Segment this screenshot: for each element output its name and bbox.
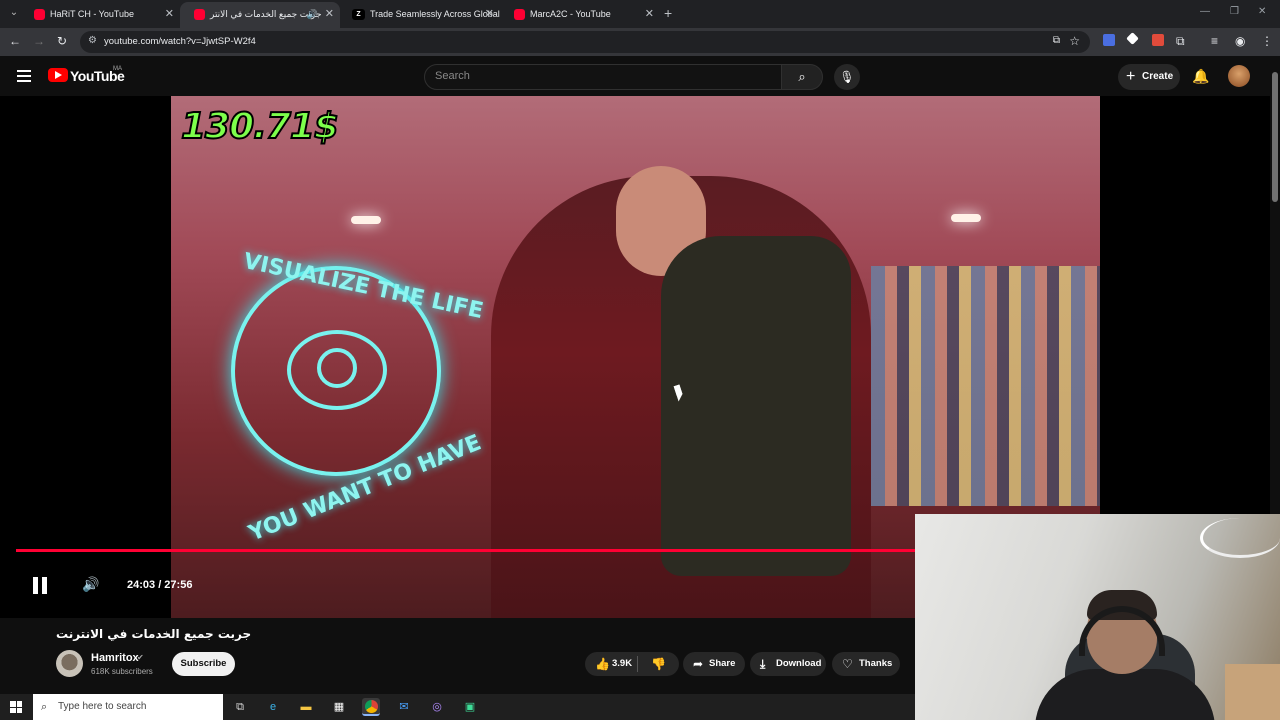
share-icon: ➦: [693, 657, 704, 671]
browser-tab-3[interactable]: Z Trade Seamlessly Across Global ✕: [340, 2, 500, 28]
taskbar-search-placeholder: Type here to search: [58, 701, 147, 712]
tab-title: Trade Seamlessly Across Global: [370, 9, 500, 19]
divider: [637, 656, 638, 672]
webcam-overlay: [915, 514, 1280, 720]
youtube-favicon: [194, 9, 205, 20]
task-view-icon[interactable]: ⧉: [231, 698, 249, 716]
browser-tab-2[interactable]: جربت جميع الخدمات في الانتر 🔊 ✕: [180, 2, 340, 28]
download-button[interactable]: ⤓ Download: [750, 652, 826, 676]
forward-icon[interactable]: →: [33, 34, 45, 48]
tab-title: MarcA2C - YouTube: [530, 9, 611, 19]
address-bar[interactable]: ⚙ youtube.com/watch?v=JjwtSP-W2f4 ⧉ ☆: [80, 31, 1090, 53]
browser-tabstrip: ⌄ HaRiT CH - YouTube ✕ جربت جميع الخدمات…: [0, 0, 1280, 28]
youtube-favicon: [34, 9, 45, 20]
share-button[interactable]: ➦ Share: [683, 652, 745, 676]
scrollbar[interactable]: [1270, 58, 1280, 514]
media-control-icon[interactable]: ≡: [1211, 34, 1218, 48]
country-code: MA: [113, 66, 122, 72]
jacket: [661, 236, 851, 576]
mic-icon[interactable]: 🎙: [834, 64, 860, 90]
channel-name[interactable]: Hamritox: [91, 652, 139, 664]
site-info-icon[interactable]: ⚙: [88, 35, 97, 46]
url-text[interactable]: youtube.com/watch?v=JjwtSP-W2f4: [104, 36, 256, 47]
scrollbar-thumb[interactable]: [1272, 72, 1278, 202]
close-icon[interactable]: ✕: [485, 2, 494, 26]
avatar[interactable]: [1228, 65, 1250, 87]
extension-icon[interactable]: [1152, 34, 1164, 46]
ceiling-light: [951, 214, 981, 222]
chrome-icon[interactable]: [362, 698, 380, 716]
close-icon[interactable]: ✕: [165, 2, 174, 26]
channel-avatar[interactable]: [56, 650, 83, 677]
thanks-label: Thanks: [859, 658, 893, 669]
bell-icon[interactable]: 🔔: [1192, 68, 1209, 85]
ceiling-light: [351, 216, 381, 224]
minimize-icon[interactable]: —: [1200, 6, 1210, 17]
tab-title: HaRiT CH - YouTube: [50, 9, 135, 19]
clothing-rack: [871, 266, 1100, 506]
create-label: Create: [1142, 71, 1174, 82]
back-icon[interactable]: ←: [9, 34, 21, 48]
extension-icon[interactable]: [1126, 32, 1139, 45]
browser-tab-4[interactable]: MarcA2C - YouTube ✕: [500, 2, 660, 28]
youtube-favicon: [514, 9, 525, 20]
install-icon[interactable]: ⧉: [1053, 35, 1060, 46]
youtube-header: YouTube MA ⌕ 🎙 + Create 🔔: [0, 58, 1280, 96]
subscriber-count: 618K subscribers: [91, 667, 153, 676]
volume-icon[interactable]: 🔊: [82, 576, 99, 593]
verified-icon: ✔: [137, 653, 144, 662]
time-display: 24:03 / 27:56: [127, 579, 193, 591]
app-icon[interactable]: ◎: [428, 698, 446, 716]
pause-icon[interactable]: [33, 577, 47, 594]
video-title: جربت جميع الخدمات في الانترنت: [56, 627, 252, 641]
download-icon: ⤓: [760, 657, 766, 671]
file-explorer-icon[interactable]: ▬: [297, 698, 315, 716]
outlook-icon[interactable]: ✉: [395, 698, 413, 716]
profile-icon[interactable]: ◉: [1235, 34, 1245, 48]
subscribe-button[interactable]: Subscribe: [172, 652, 235, 676]
download-label: Download: [776, 658, 822, 669]
app-icon[interactable]: ▣: [461, 698, 479, 716]
hamburger-icon[interactable]: [17, 70, 31, 82]
translate-extension-icon[interactable]: [1103, 34, 1115, 46]
like-count[interactable]: 3.9K: [612, 652, 632, 676]
youtube-logo-icon[interactable]: [48, 68, 68, 82]
browser-toolbar: ← → ↻ ⚙ youtube.com/watch?v=JjwtSP-W2f4 …: [0, 28, 1280, 56]
thanks-button[interactable]: ♡ Thanks: [832, 652, 900, 676]
search-icon: ⌕: [41, 701, 48, 713]
plus-icon: +: [1126, 68, 1136, 85]
extensions-icon[interactable]: ⧉: [1176, 34, 1185, 49]
close-icon[interactable]: ✕: [645, 2, 654, 26]
tab-title: جربت جميع الخدمات في الانتر: [210, 9, 322, 19]
search-icon[interactable]: ⌕: [781, 64, 823, 90]
new-tab-icon[interactable]: +: [664, 5, 672, 21]
share-label: Share: [709, 658, 736, 669]
price-overlay: 130.71$: [180, 105, 340, 148]
create-button[interactable]: + Create: [1118, 64, 1180, 90]
like-dislike-group: 👍 3.9K 👎: [585, 652, 679, 676]
windows-taskbar: ⌕ Type here to search ⧉ e ▬ ▦ ✉ ◎ ▣: [0, 694, 915, 720]
edge-icon[interactable]: e: [264, 698, 282, 716]
restore-icon[interactable]: ❐: [1230, 6, 1239, 17]
taskbar-search[interactable]: ⌕ Type here to search: [33, 694, 223, 720]
reload-icon[interactable]: ↻: [57, 34, 67, 48]
audio-icon[interactable]: 🔊: [307, 2, 318, 26]
star-icon[interactable]: ☆: [1069, 34, 1080, 48]
menu-icon[interactable]: ⋮: [1261, 34, 1273, 48]
search-input[interactable]: [435, 70, 765, 82]
close-icon[interactable]: ✕: [325, 2, 334, 26]
windows-start-icon[interactable]: [10, 701, 22, 713]
thanks-icon: ♡: [842, 657, 853, 671]
store-icon[interactable]: ▦: [330, 698, 348, 716]
browser-tab-1[interactable]: HaRiT CH - YouTube ✕: [20, 2, 180, 28]
dislike-icon[interactable]: 👎: [651, 652, 666, 676]
like-icon[interactable]: 👍: [595, 652, 610, 676]
window-close-icon[interactable]: ✕: [1258, 6, 1266, 17]
site-favicon: Z: [352, 9, 365, 20]
search-box[interactable]: [424, 64, 782, 90]
